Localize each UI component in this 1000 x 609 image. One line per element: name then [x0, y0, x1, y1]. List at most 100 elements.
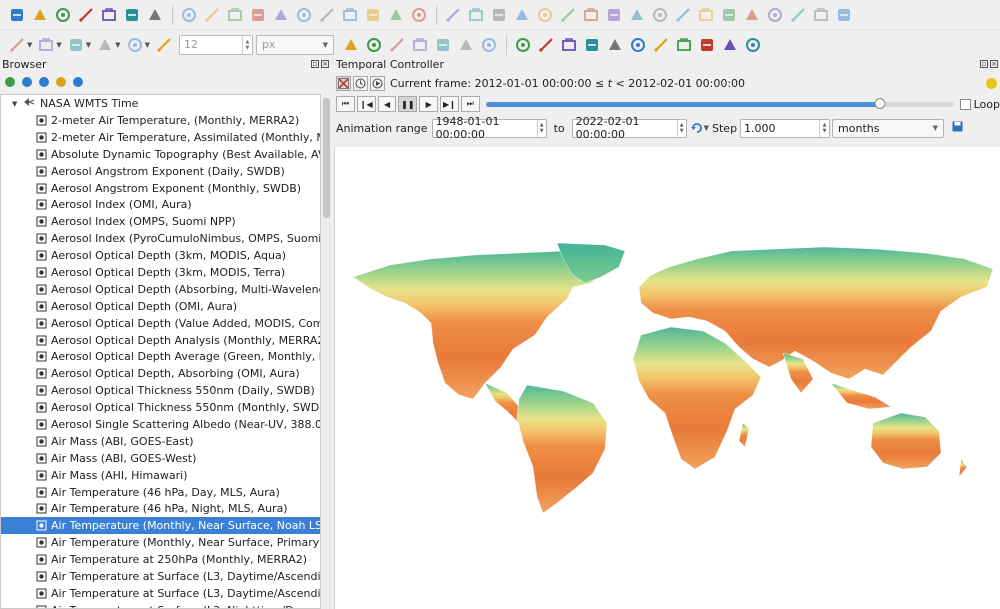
redo-icon[interactable]: [408, 4, 430, 26]
data-source-manager-icon[interactable]: [6, 4, 28, 26]
offset-curve-icon[interactable]: [626, 4, 648, 26]
settings-icon[interactable]: [986, 77, 997, 89]
tree-item[interactable]: Aerosol Index (OMPS, Suomi NPP): [1, 213, 320, 230]
map-canvas[interactable]: [334, 147, 1000, 609]
more-tools-icon[interactable]: [833, 4, 855, 26]
expand-caret-icon[interactable]: ▼: [12, 100, 22, 108]
export-animation-icon[interactable]: [952, 121, 963, 135]
delete-selected-icon[interactable]: [293, 4, 315, 26]
annotation-icon[interactable]: [650, 34, 672, 56]
float-panel-icon[interactable]: ▫: [980, 60, 988, 68]
play-forward-icon[interactable]: ▶: [419, 96, 439, 112]
collapse-all-icon[interactable]: [54, 76, 67, 89]
previous-frame-icon[interactable]: ❙◀: [356, 96, 376, 112]
tree-item[interactable]: Aerosol Optical Depth (3km, MODIS, Terra…: [1, 264, 320, 281]
cut-features-icon[interactable]: [316, 4, 338, 26]
tree-item[interactable]: Aerosol Optical Depth (Absorbing, Multi-…: [1, 281, 320, 298]
split-features-icon[interactable]: [649, 4, 671, 26]
filter-icon[interactable]: [37, 76, 50, 89]
new-temporary-layer-icon[interactable]: [121, 4, 143, 26]
pause-icon[interactable]: ❚❚: [398, 96, 418, 112]
label-pin-icon[interactable]: [535, 34, 557, 56]
undo-icon[interactable]: [385, 4, 407, 26]
tree-item[interactable]: Aerosol Optical Depth (3km, MODIS, Aqua): [1, 247, 320, 264]
tree-item[interactable]: Air Temperature (46 hPa, Day, MLS, Aura): [1, 484, 320, 501]
rotate-feature-icon[interactable]: [124, 34, 146, 56]
change-label-icon[interactable]: [478, 34, 500, 56]
advanced-digitizing-icon[interactable]: [442, 4, 464, 26]
select-by-value-icon[interactable]: [35, 34, 57, 56]
units-combo[interactable]: px ▼: [255, 34, 334, 55]
close-panel-icon[interactable]: ×: [990, 60, 998, 68]
tracing-icon[interactable]: [340, 34, 362, 56]
text-annotation-icon[interactable]: [673, 34, 695, 56]
delete-part-icon[interactable]: [580, 4, 602, 26]
simplify-icon[interactable]: [764, 4, 786, 26]
label-toolbar-icon[interactable]: [512, 34, 534, 56]
next-frame-icon[interactable]: ▶❙: [440, 96, 459, 112]
range-end-arrows[interactable]: ▲ ▼: [676, 119, 686, 137]
tree-item[interactable]: Air Temperature at Surface (L3, Nighttim…: [1, 602, 320, 608]
edit-pencil-icon[interactable]: [178, 4, 200, 26]
time-slider-handle[interactable]: [874, 97, 886, 109]
tree-item[interactable]: Air Mass (ABI, GOES-West): [1, 450, 320, 467]
tree-item[interactable]: Aerosol Optical Thickness 550nm (Monthly…: [1, 399, 320, 416]
magnet-snapping-icon[interactable]: [153, 34, 175, 56]
range-start-input[interactable]: 1948-01-01 00:00:00 ▲ ▼: [431, 115, 547, 141]
label-tool-icon[interactable]: [363, 34, 385, 56]
paste-features-icon[interactable]: [362, 4, 384, 26]
range-start-arrows[interactable]: ▲ ▼: [536, 119, 546, 137]
save-edits-icon[interactable]: [201, 4, 223, 26]
tree-item[interactable]: Air Temperature (Monthly, Near Surface, …: [1, 534, 320, 551]
add-layer-icon[interactable]: [3, 76, 16, 89]
label-unpin-icon[interactable]: [558, 34, 580, 56]
text-format-icon[interactable]: [719, 34, 741, 56]
tree-item[interactable]: Absolute Dynamic Topography (Best Availa…: [1, 146, 320, 163]
reverse-line-icon[interactable]: [787, 4, 809, 26]
tree-item[interactable]: Aerosol Single Scattering Albedo (Near-U…: [1, 416, 320, 433]
merge-features-icon[interactable]: [695, 4, 717, 26]
tree-item[interactable]: Aerosol Optical Depth Analysis (Monthly,…: [1, 332, 320, 349]
tree-item[interactable]: Aerosol Optical Depth (OMI, Aura): [1, 298, 320, 315]
text-box-icon[interactable]: [742, 34, 764, 56]
tree-item[interactable]: Air Temperature at 250hPa (Monthly, MERR…: [1, 551, 320, 568]
tree-item[interactable]: Aerosol Index (PyroCumuloNimbus, OMPS, S…: [1, 230, 320, 247]
add-record-icon[interactable]: [270, 4, 292, 26]
new-virtual-layer-icon[interactable]: [98, 4, 120, 26]
tree-item[interactable]: Air Mass (AHI, Himawari): [1, 467, 320, 484]
add-part-icon[interactable]: [511, 4, 533, 26]
trim-extend-icon[interactable]: [810, 4, 832, 26]
play-backward-icon[interactable]: ◀: [377, 96, 397, 112]
add-ring-icon[interactable]: [488, 4, 510, 26]
browser-tree[interactable]: ▼ NASA WMTS Time 2-meter Air Temperature…: [0, 94, 321, 609]
tree-item[interactable]: Air Temperature (46 hPa, Night, MLS, Aur…: [1, 500, 320, 517]
highlight-pinned-icon[interactable]: [386, 34, 408, 56]
tree-item[interactable]: Aerosol Optical Depth (Value Added, MODI…: [1, 315, 320, 332]
step-input[interactable]: 1.000 ▲ ▼: [740, 118, 831, 138]
move-feature-icon[interactable]: [94, 34, 116, 56]
diagram-icon[interactable]: [581, 34, 603, 56]
fixed-range-clock-icon[interactable]: [353, 75, 368, 91]
tree-item[interactable]: Aerosol Optical Depth, Absorbing (OMI, A…: [1, 365, 320, 382]
tree-item[interactable]: 2-meter Air Temperature, (Monthly, MERRA…: [1, 112, 320, 129]
merge-attributes-icon[interactable]: [718, 4, 740, 26]
float-panel-icon[interactable]: ▫: [311, 60, 319, 68]
tree-item[interactable]: Aerosol Optical Depth Average (Green, Mo…: [1, 348, 320, 365]
reshape-icon[interactable]: [603, 4, 625, 26]
info-icon[interactable]: [71, 76, 84, 89]
new-shapefile-icon[interactable]: [52, 4, 74, 26]
time-slider[interactable]: [485, 97, 954, 109]
copy-features-icon[interactable]: [339, 4, 361, 26]
font-size-spinbox[interactable]: 12 ▲ ▼: [178, 34, 253, 55]
add-line-icon[interactable]: [465, 4, 487, 26]
tree-item[interactable]: Aerosol Angstrom Exponent (Daily, SWDB): [1, 163, 320, 180]
star-icon[interactable]: [696, 34, 718, 56]
node-select-icon[interactable]: [627, 34, 649, 56]
tree-item[interactable]: Aerosol Index (OMI, Aura): [1, 196, 320, 213]
rotate-point-symbols-icon[interactable]: [741, 4, 763, 26]
tree-item[interactable]: 2-meter Air Temperature, Assimilated (Mo…: [1, 129, 320, 146]
step-arrows[interactable]: ▲ ▼: [819, 119, 829, 137]
skip-to-end-icon[interactable]: ⏭: [460, 96, 480, 112]
layer-styling-icon[interactable]: [604, 34, 626, 56]
tree-item[interactable]: Air Temperature at Surface (L3, Daytime/…: [1, 568, 320, 585]
